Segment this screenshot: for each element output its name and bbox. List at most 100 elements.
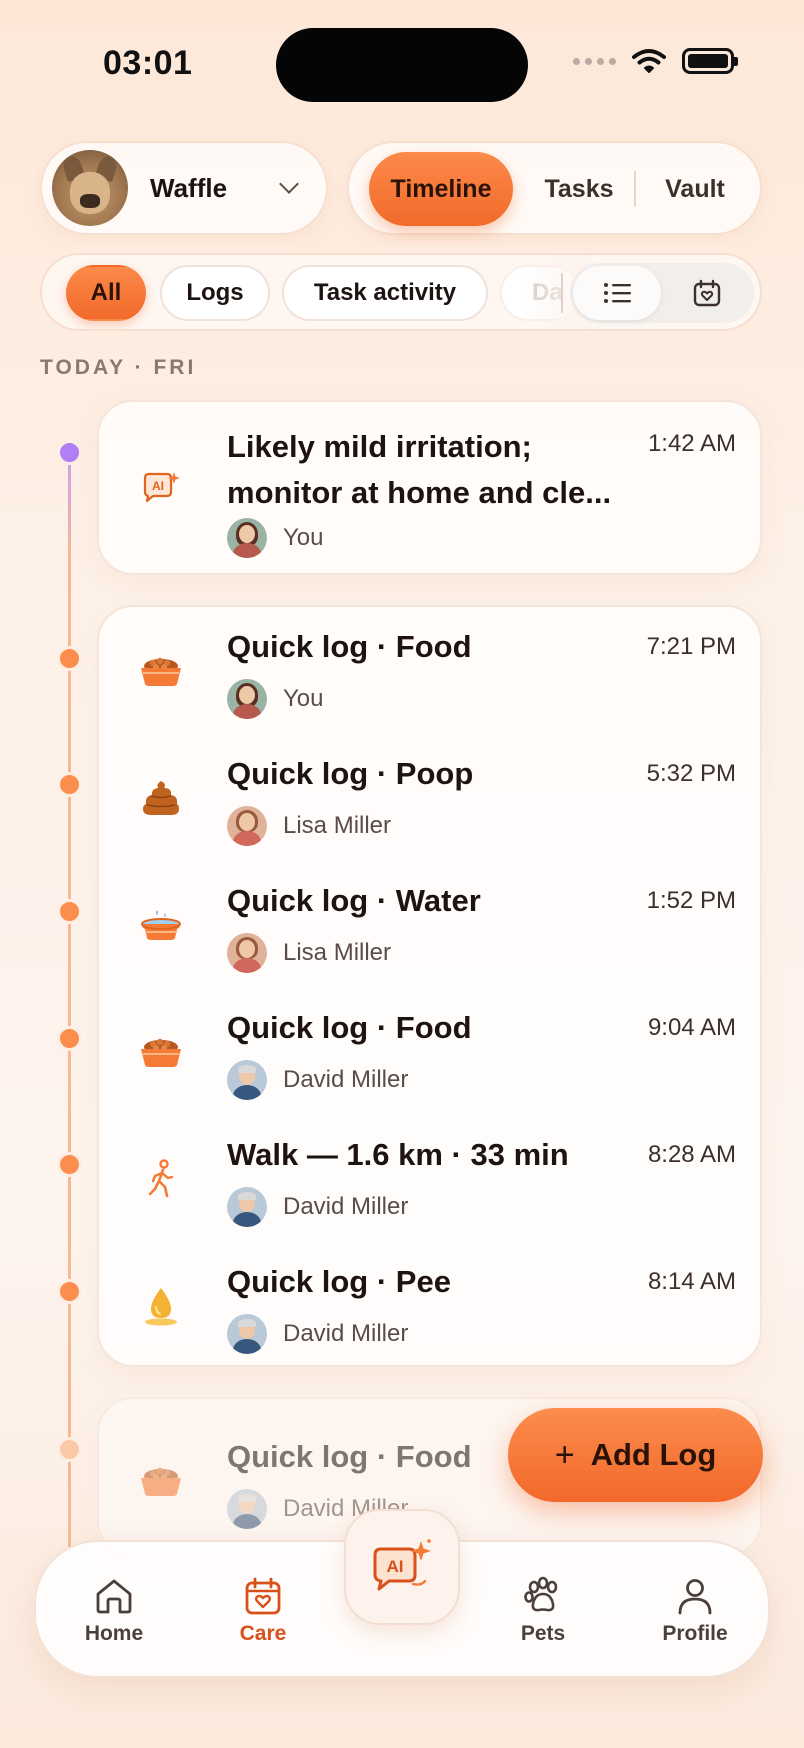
entry-author: You [227, 679, 324, 719]
nav-home[interactable]: Home [54, 1576, 174, 1646]
entry-time: 8:28 AM [647, 1141, 736, 1168]
log-entry[interactable]: Quick log · Water 1:52 PM Lisa Miller [99, 883, 760, 1003]
tab-tasks[interactable]: Tasks [524, 152, 634, 226]
author-name: David Miller [283, 1320, 409, 1347]
filter-chip-logs[interactable]: Logs [160, 265, 270, 321]
nav-label: Profile [662, 1622, 728, 1645]
water-bowl-icon [137, 901, 185, 949]
status-time: 03:01 [103, 44, 193, 82]
profile-icon [678, 1579, 712, 1615]
ai-entry-card[interactable]: AI Likely mild irritation; monitor at ho… [97, 400, 762, 575]
timeline-dot [57, 772, 82, 797]
ai-chat-icon: AI [137, 464, 185, 512]
add-log-label: Add Log [590, 1437, 717, 1472]
entry-time: 1:52 PM [646, 887, 736, 914]
pet-selector[interactable]: Waffle [40, 141, 328, 235]
timeline-dot-ai [57, 440, 82, 465]
ai-chat-icon: AI [373, 1539, 431, 1591]
nav-label: Care [239, 1622, 287, 1645]
timeline-dot [57, 1279, 82, 1304]
entry-title: Quick log · Poop [227, 756, 474, 791]
author-name: Lisa Miller [283, 939, 392, 966]
food-bowl-icon [137, 1028, 185, 1076]
calendar-heart-icon [693, 279, 721, 307]
food-bowl-icon [137, 1457, 185, 1505]
tab-vault[interactable]: Vault [639, 152, 751, 226]
author-name: David Miller [283, 1066, 409, 1093]
avatar [227, 1489, 267, 1529]
tab-timeline[interactable]: Timeline [369, 152, 513, 226]
entry-title: Quick log · Food [227, 629, 472, 664]
entry-author: David Miller [227, 1187, 408, 1227]
chevron-down-icon [279, 174, 299, 194]
nav-care[interactable]: Care [203, 1576, 323, 1646]
log-entry[interactable]: Quick log · Food 9:04 AM David Miller [99, 1010, 760, 1130]
section-date-label: TODAY · FRI [40, 356, 197, 379]
timeline-line [68, 452, 71, 1552]
plus-icon: + [554, 1436, 575, 1474]
author-name: Lisa Miller [283, 812, 392, 839]
log-entries-card: Quick log · Food 7:21 PM You Quick log ·… [97, 605, 762, 1367]
entry-author: David Miller [227, 1314, 408, 1354]
avatar [227, 1314, 267, 1354]
status-icons [573, 48, 738, 74]
entry-author: David Miller [227, 1060, 408, 1100]
avatar [227, 518, 267, 558]
entry-time: 7:21 PM [646, 633, 736, 660]
dynamic-island [276, 28, 528, 102]
svg-text:AI: AI [152, 479, 164, 493]
timeline-dot [57, 1152, 82, 1177]
log-entry[interactable]: Quick log · Poop 5:32 PM Lisa Miller [99, 756, 760, 876]
entry-author: You [227, 518, 324, 558]
poop-icon [137, 774, 185, 822]
entry-title: Quick log · Food [227, 1010, 472, 1045]
signal-dots-icon [573, 57, 616, 65]
avatar [227, 933, 267, 973]
entry-title: Quick log · Food [227, 1439, 472, 1474]
entry-time: 9:04 AM [647, 1014, 736, 1041]
nav-label: Pets [520, 1622, 566, 1645]
walk-icon [137, 1155, 185, 1203]
filter-chip-task-activity[interactable]: Task activity [282, 265, 488, 321]
pee-drop-icon [137, 1282, 185, 1330]
tab-divider [634, 171, 636, 207]
view-tab-bar: Timeline Tasks Vault [347, 141, 762, 235]
calendar-heart-icon [245, 1577, 281, 1615]
svg-text:AI: AI [387, 1557, 404, 1576]
log-entry[interactable]: Quick log · Food 7:21 PM You [99, 629, 760, 749]
entry-author: Lisa Miller [227, 933, 391, 973]
calendar-view-button[interactable] [663, 266, 751, 320]
avatar [227, 1060, 267, 1100]
log-entry[interactable]: Quick log · Pee 8:14 AM David Miller [99, 1264, 760, 1384]
ai-entry-title: Likely mild irritation; monitor at home … [227, 429, 612, 510]
nav-profile[interactable]: Profile [635, 1576, 755, 1646]
home-icon [96, 1579, 132, 1614]
nav-ai-button[interactable]: AI [344, 1509, 460, 1625]
entry-time: 1:42 AM [647, 430, 736, 457]
timeline-dot [57, 899, 82, 924]
filter-chip-all[interactable]: All [66, 265, 146, 321]
avatar [227, 679, 267, 719]
pet-avatar [52, 150, 128, 226]
list-view-button[interactable] [573, 266, 661, 320]
avatar [227, 806, 267, 846]
battery-icon [682, 48, 738, 74]
entry-time: 5:32 PM [646, 760, 736, 787]
timeline-dot [57, 646, 82, 671]
log-entry[interactable]: Walk — 1.6 km · 33 min 8:28 AM David Mil… [99, 1137, 760, 1257]
pet-name: Waffle [150, 172, 228, 203]
paw-icon [524, 1576, 558, 1612]
add-log-button[interactable]: + Add Log [508, 1408, 763, 1502]
nav-pets[interactable]: Pets [483, 1576, 603, 1646]
filter-divider [561, 273, 563, 313]
food-bowl-icon [137, 647, 185, 695]
entry-title: Walk — 1.6 km · 33 min [227, 1137, 569, 1172]
filter-bar: All Logs Task activity Da [40, 253, 762, 331]
list-icon [604, 283, 631, 303]
author-name: You [283, 524, 324, 551]
nav-label: Home [84, 1622, 144, 1645]
timeline-dot [57, 1026, 82, 1051]
wifi-icon [632, 49, 666, 73]
entry-author: Lisa Miller [227, 806, 391, 846]
timeline-dot [57, 1437, 82, 1462]
